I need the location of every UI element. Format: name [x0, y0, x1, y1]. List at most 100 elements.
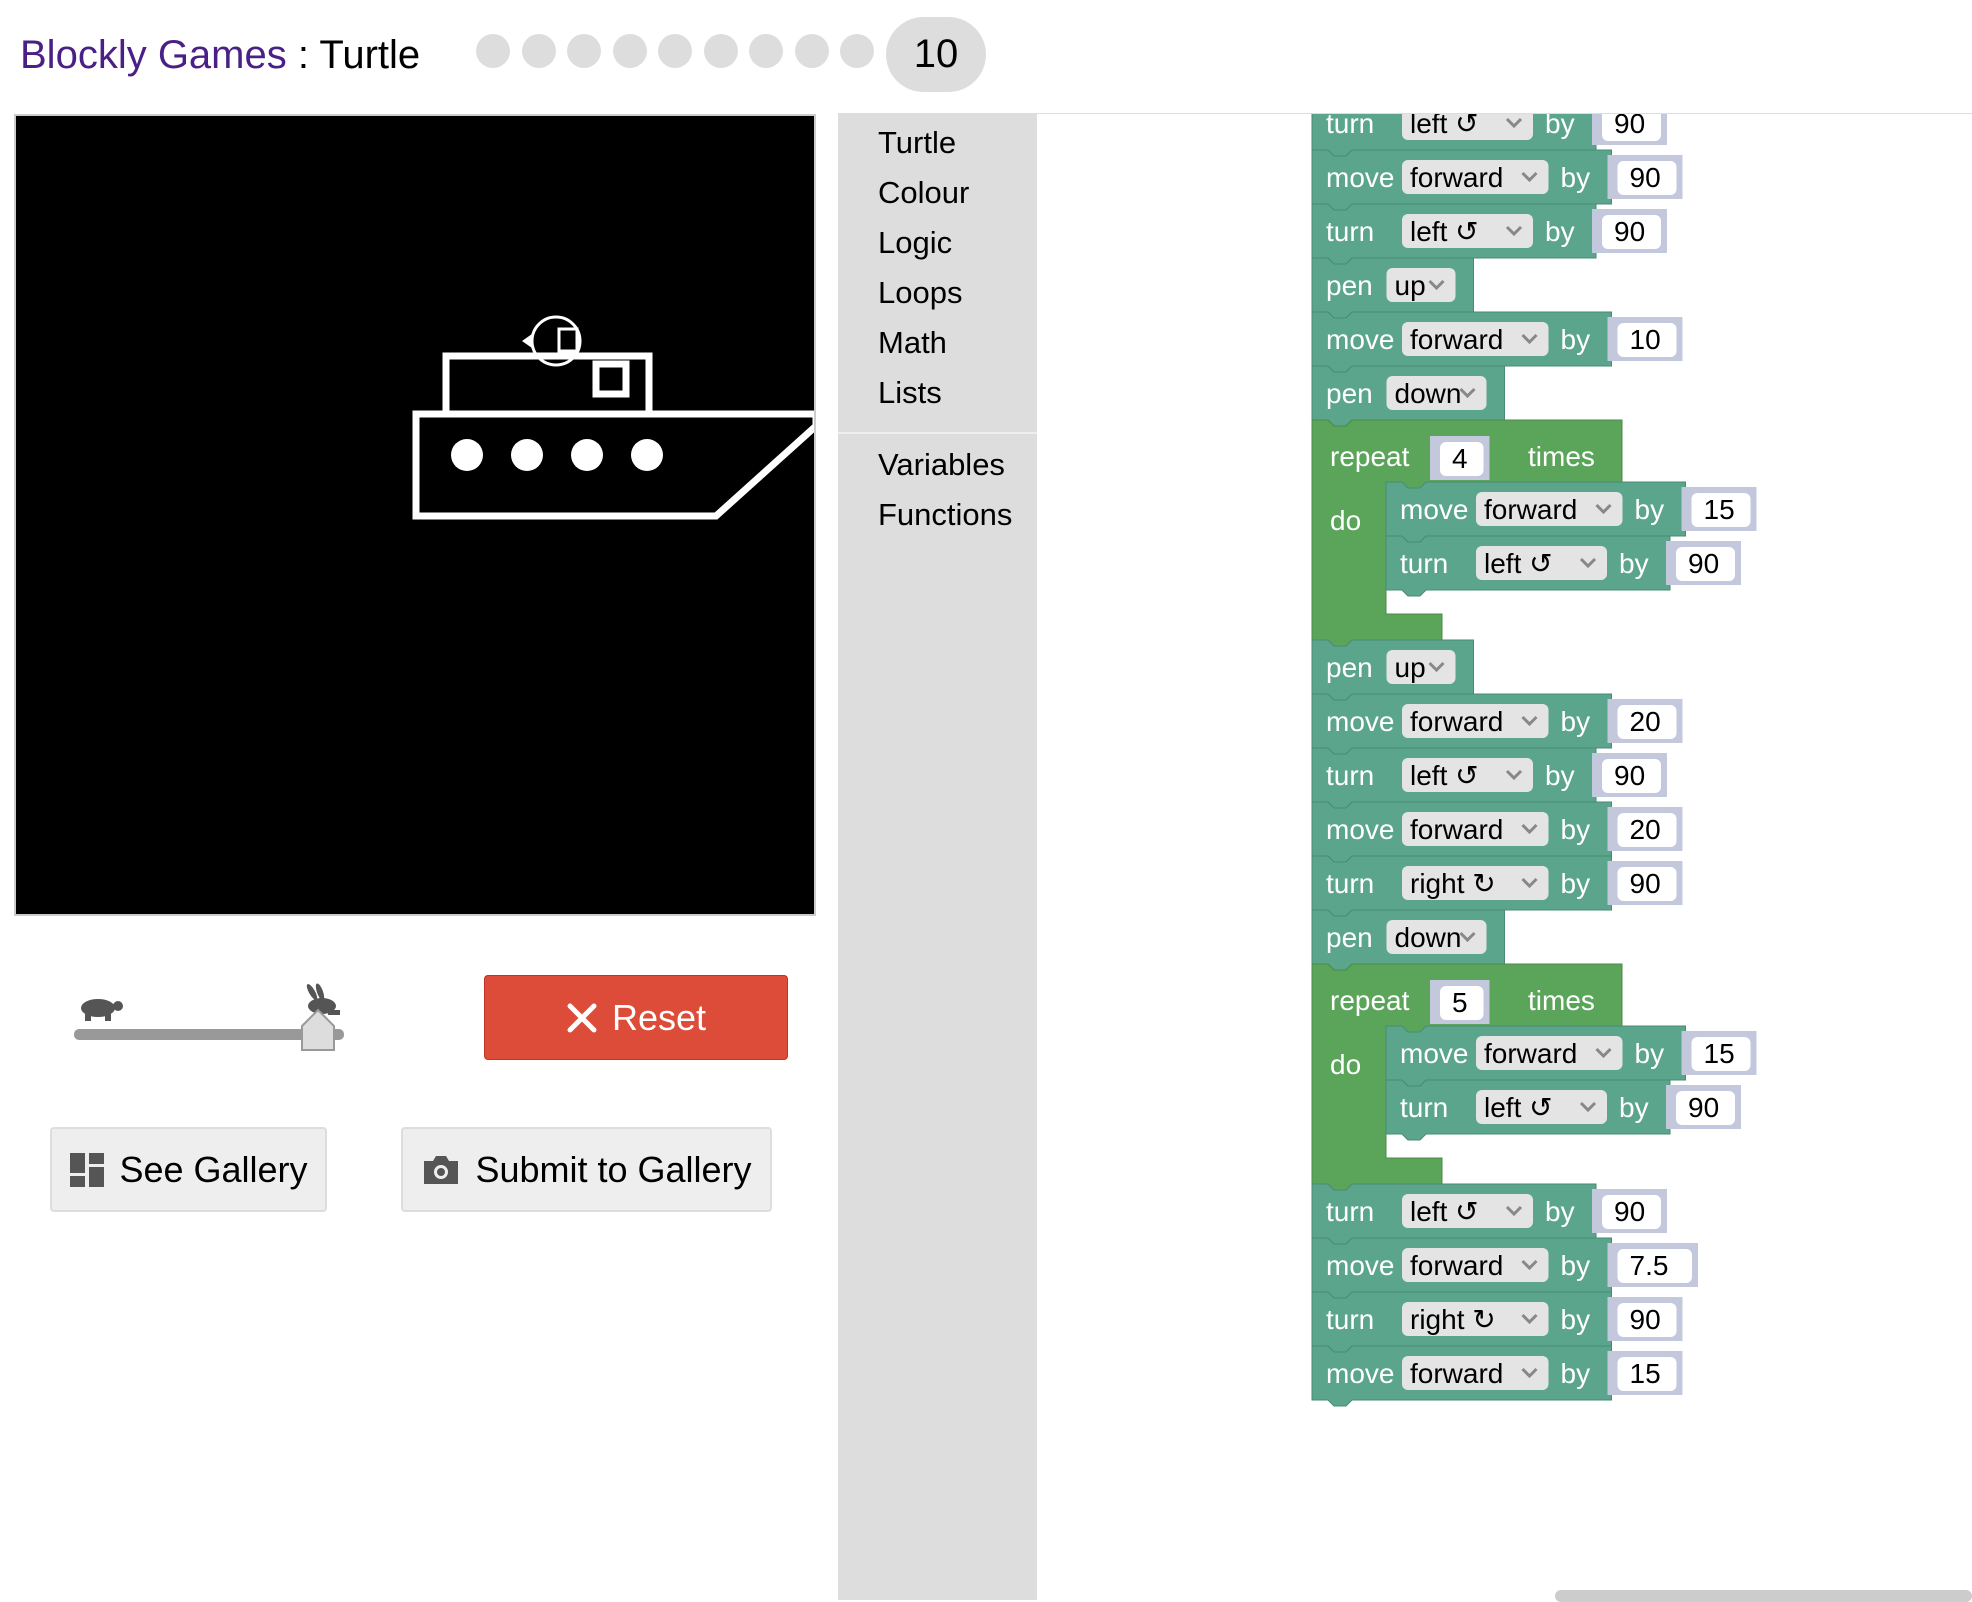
porthole [511, 439, 543, 471]
turtle-canvas [14, 114, 816, 916]
block-keyword: pen [1326, 270, 1373, 301]
move-block[interactable]: move forward by 10 [1311, 311, 1683, 373]
level-dot[interactable] [476, 34, 510, 68]
porthole [571, 439, 603, 471]
see-gallery-label: See Gallery [119, 1148, 308, 1190]
move-block[interactable]: move forward by 15 [1385, 481, 1757, 543]
move-block[interactable]: move forward by 15 [1311, 1345, 1683, 1407]
brand-link[interactable]: Blockly Games [20, 33, 287, 77]
submit-to-gallery-button[interactable]: Submit to Gallery [401, 1127, 772, 1212]
level-dot[interactable] [567, 34, 601, 68]
block-keyword: turn [1400, 548, 1448, 579]
direction-dropdown-label: left ↺ [1410, 114, 1479, 139]
toolbox-category-loops[interactable]: Loops [878, 275, 962, 311]
direction-dropdown-label: left ↺ [1410, 1196, 1479, 1227]
pen-block[interactable]: pen up [1311, 257, 1474, 319]
direction-dropdown-label: right ↻ [1410, 1304, 1496, 1335]
move-block[interactable]: move forward by 20 [1311, 693, 1683, 755]
move-block[interactable]: move forward by 7.5 [1311, 1237, 1698, 1299]
block-keyword: turn [1326, 1196, 1374, 1227]
porthole [451, 439, 483, 471]
toolbox-category-functions[interactable]: Functions [878, 497, 1012, 533]
block-keyword: by [1561, 1304, 1591, 1335]
block-keyword: by [1545, 760, 1575, 791]
current-level-badge[interactable]: 10 [886, 17, 986, 92]
direction-dropdown-label: left ↺ [1484, 1092, 1553, 1123]
turn-block[interactable]: turn left ↺ by 90 [1311, 203, 1667, 265]
number-value: 15 [1704, 494, 1735, 525]
camera-icon [424, 1155, 459, 1184]
number-value: 5 [1452, 987, 1468, 1018]
gallery-icon [70, 1152, 105, 1187]
reset-button[interactable]: Reset [484, 975, 788, 1060]
block-keyword: move [1326, 162, 1394, 193]
repeat-keyword: repeat [1330, 985, 1410, 1016]
number-value: 90 [1614, 1196, 1645, 1227]
slider-graphic [74, 983, 344, 1051]
toolbox-category-colour[interactable]: Colour [878, 175, 969, 211]
toolbox-separator [838, 432, 1037, 434]
block-keyword: by [1545, 1196, 1575, 1227]
direction-dropdown-label: left ↺ [1410, 760, 1479, 791]
turn-block[interactable]: turn left ↺ by 90 [1311, 747, 1667, 809]
toolbox-category-lists[interactable]: Lists [878, 375, 942, 411]
block-keyword: by [1545, 216, 1575, 247]
workspace-scrollbar[interactable] [1555, 1590, 1972, 1602]
pen-state-dropdown-label: down [1395, 922, 1462, 953]
pen-block[interactable]: pen down [1311, 365, 1505, 427]
toolbox-category-math[interactable]: Math [878, 325, 947, 361]
block-keyword: move [1326, 1358, 1394, 1389]
block-workspace[interactable]: turn left ↺ by 90 move forward by 90 turn left ↺ b… [1037, 114, 1972, 1600]
number-value: 20 [1630, 814, 1661, 845]
level-dot[interactable] [749, 34, 783, 68]
direction-dropdown-label: forward [1410, 162, 1503, 193]
reset-label: Reset [611, 996, 707, 1038]
turn-block[interactable]: turn right ↻ by 90 [1311, 1291, 1683, 1353]
number-value: 15 [1704, 1038, 1735, 1069]
block-keyword: by [1561, 162, 1591, 193]
toolbox-category-variables[interactable]: Variables [878, 447, 1005, 483]
block-keyword: pen [1326, 922, 1373, 953]
turn-block[interactable]: turn right ↻ by 90 [1311, 855, 1683, 917]
block-keyword: move [1326, 1250, 1394, 1281]
toolbox-category-logic[interactable]: Logic [878, 225, 952, 261]
level-dot[interactable] [521, 34, 556, 68]
repeat-keyword: repeat [1330, 441, 1410, 472]
see-gallery-button[interactable]: See Gallery [50, 1127, 327, 1212]
number-value: 90 [1614, 114, 1645, 139]
number-value: 15 [1630, 1358, 1661, 1389]
direction-dropdown-label: forward [1410, 814, 1503, 845]
number-value: 4 [1452, 443, 1468, 474]
turn-block[interactable]: turn left ↺ by 90 [1385, 535, 1741, 597]
move-block[interactable]: move forward by 20 [1311, 801, 1683, 863]
block-keyword: move [1400, 494, 1468, 525]
block-keyword: by [1561, 814, 1591, 845]
pen-block[interactable]: pen down [1311, 909, 1505, 971]
level-dot[interactable] [794, 34, 829, 68]
toolbox-category-turtle[interactable]: Turtle [878, 125, 956, 161]
move-block[interactable]: move forward by 15 [1385, 1025, 1757, 1087]
block-keyword: pen [1326, 378, 1373, 409]
direction-dropdown-label: forward [1410, 1250, 1503, 1281]
pen-block[interactable]: pen up [1311, 639, 1474, 701]
speed-slider[interactable] [60, 980, 360, 1070]
number-value: 20 [1630, 706, 1661, 737]
block-keyword: move [1400, 1038, 1468, 1069]
title-separator: : [286, 33, 320, 77]
level-dot[interactable] [658, 34, 692, 68]
move-block[interactable]: move forward by 90 [1311, 149, 1683, 211]
block-keyword: by [1635, 494, 1665, 525]
turn-block[interactable]: turn left ↺ by 90 [1311, 1183, 1667, 1245]
block-keyword: turn [1326, 1304, 1374, 1335]
turn-block[interactable]: turn left ↺ by 90 [1385, 1079, 1741, 1141]
number-value: 10 [1630, 324, 1661, 355]
block-keyword: by [1619, 548, 1649, 579]
level-dot[interactable] [840, 34, 874, 68]
direction-dropdown-label: forward [1410, 1358, 1503, 1389]
level-dot[interactable] [703, 34, 738, 68]
level-dot[interactable] [612, 34, 647, 68]
pen-state-dropdown-label: up [1395, 270, 1426, 301]
slider-handle [301, 1008, 335, 1051]
block-keyword: by [1561, 1250, 1591, 1281]
block-keyword: pen [1326, 652, 1373, 683]
